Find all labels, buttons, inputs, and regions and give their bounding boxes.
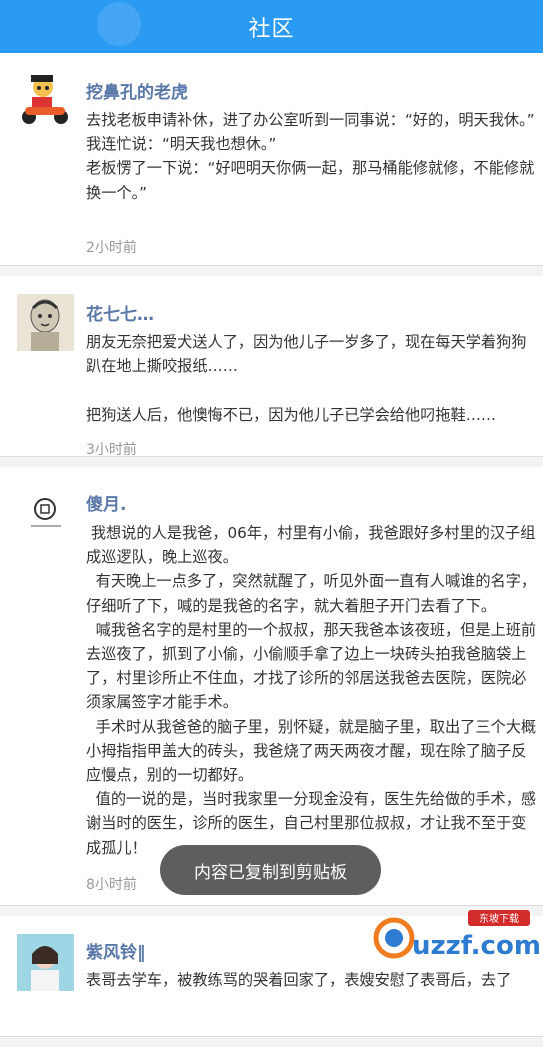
post-content[interactable]: 表哥去学车，被教练骂的哭着回家了，表嫂安慰了表哥后，去了 (86, 968, 536, 992)
app-bar: 社区 (0, 0, 543, 53)
post-time: 2小时前 (86, 240, 137, 256)
avatar[interactable] (17, 934, 74, 991)
avatar[interactable] (17, 294, 74, 351)
post-content[interactable]: 去找老板申请补休，进了办公室听到一同事说：“好的，明天我休。” 我连忙说：“明天… (86, 108, 536, 205)
watermark-icon (97, 2, 141, 46)
post-author[interactable]: 挖鼻孔的老虎 (86, 78, 188, 103)
post-card[interactable]: 傻月. 我想说的人是我爸，06年，村里有小偷，我爸跟好多村里的汉子组成巡逻队，晚… (0, 467, 543, 906)
post-author[interactable]: 花七七… (86, 300, 154, 325)
post-content[interactable]: 我想说的人是我爸，06年，村里有小偷，我爸跟好多村里的汉子组成巡逻队，晚上巡夜。… (86, 521, 538, 860)
community-feed[interactable]: 挖鼻孔的老虎 去找老板申请补休，进了办公室听到一同事说：“好的，明天我休。” 我… (0, 53, 543, 1047)
page-title: 社区 (248, 16, 295, 42)
post-author[interactable]: 紫风铃‖ (86, 938, 146, 963)
post-time: 8小时前 (86, 877, 137, 893)
svg-text:东坡下载: 东坡下载 (479, 912, 519, 925)
post-author[interactable]: 傻月. (86, 490, 126, 515)
post-card[interactable]: 花七七… 朋友无奈把爱犬送人了，因为他儿子一岁多了，现在每天学着狗狗趴在地上撕咬… (0, 276, 543, 458)
avatar[interactable] (17, 485, 74, 542)
copied-toast: 内容已复制到剪贴板 (160, 845, 381, 895)
svg-text:uzzf.com: uzzf.com (412, 931, 540, 961)
uzzf-logo: 东坡下载 uzzf.com (372, 908, 541, 964)
avatar[interactable] (17, 71, 74, 128)
post-card[interactable]: 挖鼻孔的老虎 去找老板申请补休，进了办公室听到一同事说：“好的，明天我休。” 我… (0, 53, 543, 266)
post-content[interactable]: 朋友无奈把爱犬送人了，因为他儿子一岁多了，现在每天学着狗狗趴在地上撕咬报纸…… … (86, 330, 536, 427)
post-time: 3小时前 (86, 442, 137, 458)
